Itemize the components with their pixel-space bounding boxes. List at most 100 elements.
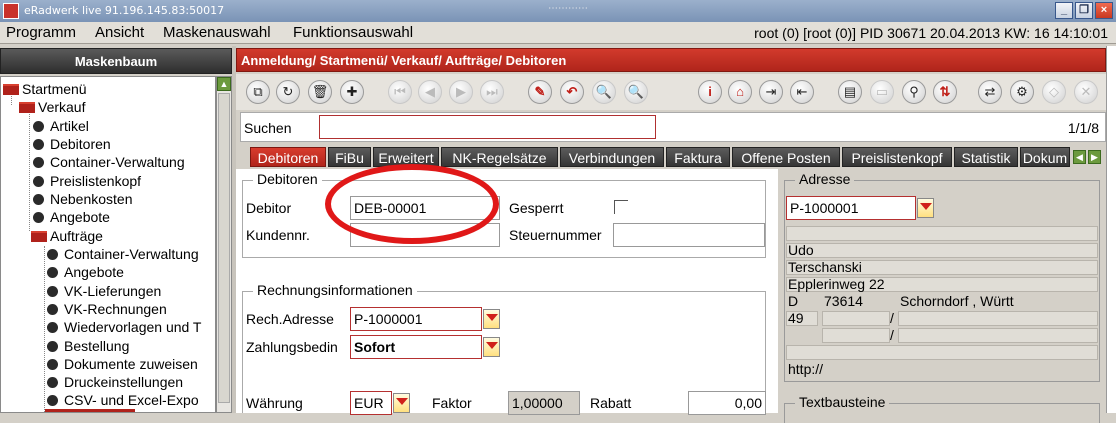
tab-verbindungen[interactable]: Verbindungen <box>560 147 664 167</box>
tab-faktura[interactable]: Faktura <box>666 147 730 167</box>
tree-node-auftraege-container-verwaltung[interactable]: Container-Verwaltung <box>47 245 199 263</box>
swap-icon[interactable]: ⇄ <box>978 80 1002 104</box>
tree-node-angebote[interactable]: Angebote <box>33 208 110 226</box>
tools-icon[interactable]: ⚙ <box>1010 80 1034 104</box>
tab-nk-regelsaetze[interactable]: NK-Regelsätze <box>441 147 558 167</box>
leaf-icon <box>33 212 44 223</box>
undo-icon[interactable]: ↶ <box>560 80 584 104</box>
tab-scroll-left-icon[interactable]: ◀ <box>1073 150 1086 164</box>
leaf-icon <box>33 157 44 168</box>
faktor-label: Faktor <box>432 395 472 411</box>
tree-node-bestellung[interactable]: Bestellung <box>47 337 129 355</box>
tab-statistik[interactable]: Statistik <box>954 147 1018 167</box>
trash-icon[interactable]: 🗑 <box>308 80 332 104</box>
search-input[interactable] <box>319 115 656 139</box>
menu-ansicht[interactable]: Ansicht <box>95 24 144 41</box>
rech-adresse-field[interactable]: P-1000001 <box>350 307 482 331</box>
sort-icon[interactable]: ⇅ <box>933 80 957 104</box>
rabatt-field[interactable]: 0,00 <box>688 391 766 415</box>
refresh-icon[interactable]: ↻ <box>276 80 300 104</box>
document-icon[interactable]: ▤ <box>838 80 862 104</box>
export-icon[interactable]: ⇤ <box>790 80 814 104</box>
rech-adresse-dropdown-icon[interactable] <box>483 309 500 329</box>
menu-programm[interactable]: Programm <box>6 24 76 41</box>
search-label: Suchen <box>244 120 292 136</box>
right-scroll-strip[interactable] <box>1106 46 1116 413</box>
tab-debitoren[interactable]: Debitoren <box>250 147 326 167</box>
leaf-icon <box>47 359 58 370</box>
toolbar: ⧉ ↻ 🗑 ✚ ⏮ ◀ ▶ ⏭ ✎ ↶ 🔍 🔍 i ⌂ ⇥ ⇤ ▤ ▭ ⚲ ⇅ … <box>236 74 1106 110</box>
menu-maskenauswahl[interactable]: Maskenauswahl <box>163 24 271 41</box>
tree-node-druckeinstellungen[interactable]: Druckeinstellungen <box>47 373 183 391</box>
tree-node-auftraege[interactable]: Aufträge <box>31 227 103 245</box>
maximize-button[interactable]: ❐ <box>1075 2 1093 19</box>
tree-node-vk-lieferungen[interactable]: VK-Lieferungen <box>47 282 161 300</box>
adresse-web: http:// <box>788 361 824 377</box>
close-window-icon[interactable]: ✕ <box>1074 80 1098 104</box>
tab-fibu[interactable]: FiBu <box>328 147 371 167</box>
adresse-lastname: Terschanski <box>788 259 862 275</box>
tree-scrollbar[interactable]: ▲ <box>216 76 232 413</box>
adresse-dropdown-icon[interactable] <box>917 198 934 218</box>
find-replace-icon[interactable]: 🔍 <box>592 80 616 104</box>
window-titlebar: eRadwerk live 91.196.145.83:50017 ⋯⋯⋯⋯ _… <box>0 0 1116 22</box>
adresse-street: Epplerinweg 22 <box>788 276 885 292</box>
textbausteine-group: Textbausteine <box>784 394 1100 423</box>
waehrung-field[interactable]: EUR <box>350 391 392 415</box>
kundennr-label: Kundennr. <box>246 227 310 243</box>
zahlungsbedingung-dropdown-icon[interactable] <box>483 337 500 357</box>
last-record-icon[interactable]: ⏭ <box>480 80 504 104</box>
leaf-icon <box>33 194 44 205</box>
search-bar: Suchen 1/1/8 <box>240 112 1106 142</box>
menu-funktionsauswahl[interactable]: Funktionsauswahl <box>293 24 413 41</box>
tab-offene-posten[interactable]: Offene Posten <box>732 147 840 167</box>
tree-node-wiedervorlagen[interactable]: Wiedervorlagen und T <box>47 318 201 336</box>
edit-icon[interactable]: ✎ <box>528 80 552 104</box>
adresse-phone-slash: / <box>890 310 894 326</box>
tab-dokumente[interactable]: Dokum <box>1020 147 1070 167</box>
tree-node-preislistenkopf[interactable]: Preislistenkopf <box>33 172 141 190</box>
tree-node-auftraege-angebote[interactable]: Angebote <box>47 263 124 281</box>
info-icon[interactable]: i <box>698 80 722 104</box>
tree-node-verkauf[interactable]: Verkauf <box>19 98 85 116</box>
folder-icon <box>3 84 19 95</box>
waehrung-dropdown-icon[interactable] <box>393 393 410 413</box>
leaf-icon <box>33 139 44 150</box>
tree-node-nebenkosten[interactable]: Nebenkosten <box>33 190 133 208</box>
adresse-field[interactable]: P-1000001 <box>786 196 916 220</box>
minimize-button[interactable]: _ <box>1055 2 1073 19</box>
tag-icon[interactable]: ◇ <box>1042 80 1066 104</box>
tab-bar: Debitoren FiBu Erweitert NK-Regelsätze V… <box>240 147 1106 169</box>
next-record-icon[interactable]: ▶ <box>449 80 473 104</box>
highlight-oval-annotation <box>325 164 499 244</box>
tree-node-csv-excel-export[interactable]: CSV- und Excel-Expo <box>47 391 199 409</box>
folder-icon <box>19 102 35 113</box>
adresse-fax-slash: / <box>890 327 894 343</box>
tree-node-vk-rechnungen[interactable]: VK-Rechnungen <box>47 300 167 318</box>
window-icon[interactable]: ⧉ <box>246 80 270 104</box>
search-next-icon[interactable]: 🔍 <box>624 80 648 104</box>
tab-scroll-right-icon[interactable]: ▶ <box>1088 150 1101 164</box>
tab-preislistenkopf[interactable]: Preislistenkopf <box>842 147 952 167</box>
import-icon[interactable]: ⇥ <box>759 80 783 104</box>
rech-adresse-label: Rech.Adresse <box>246 311 334 327</box>
search-icon[interactable]: ⚲ <box>902 80 926 104</box>
tree-selected-item[interactable] <box>45 409 135 412</box>
zahlungsbedingung-field[interactable]: Sofort <box>350 335 482 359</box>
home-icon[interactable]: ⌂ <box>728 80 752 104</box>
previous-record-icon[interactable]: ◀ <box>418 80 442 104</box>
tree-node-debitoren[interactable]: Debitoren <box>33 135 111 153</box>
tree-node-artikel[interactable]: Artikel <box>33 117 89 135</box>
tree-node-container-verwaltung[interactable]: Container-Verwaltung <box>33 153 185 171</box>
scroll-up-icon[interactable]: ▲ <box>217 77 231 91</box>
tree-node-dokumente-zuweisen[interactable]: Dokumente zuweisen <box>47 355 198 373</box>
tree-node-startmenue[interactable]: Startmenü <box>3 80 87 98</box>
close-button[interactable]: × <box>1095 2 1113 19</box>
scroll-thumb[interactable] <box>218 93 230 403</box>
debitor-label: Debitor <box>246 200 292 216</box>
steuernummer-field[interactable] <box>613 223 765 247</box>
first-record-icon[interactable]: ⏮ <box>388 80 412 104</box>
gesperrt-checkbox[interactable] <box>614 200 628 214</box>
add-icon[interactable]: ✚ <box>340 80 364 104</box>
window-list-icon[interactable]: ▭ <box>870 80 894 104</box>
